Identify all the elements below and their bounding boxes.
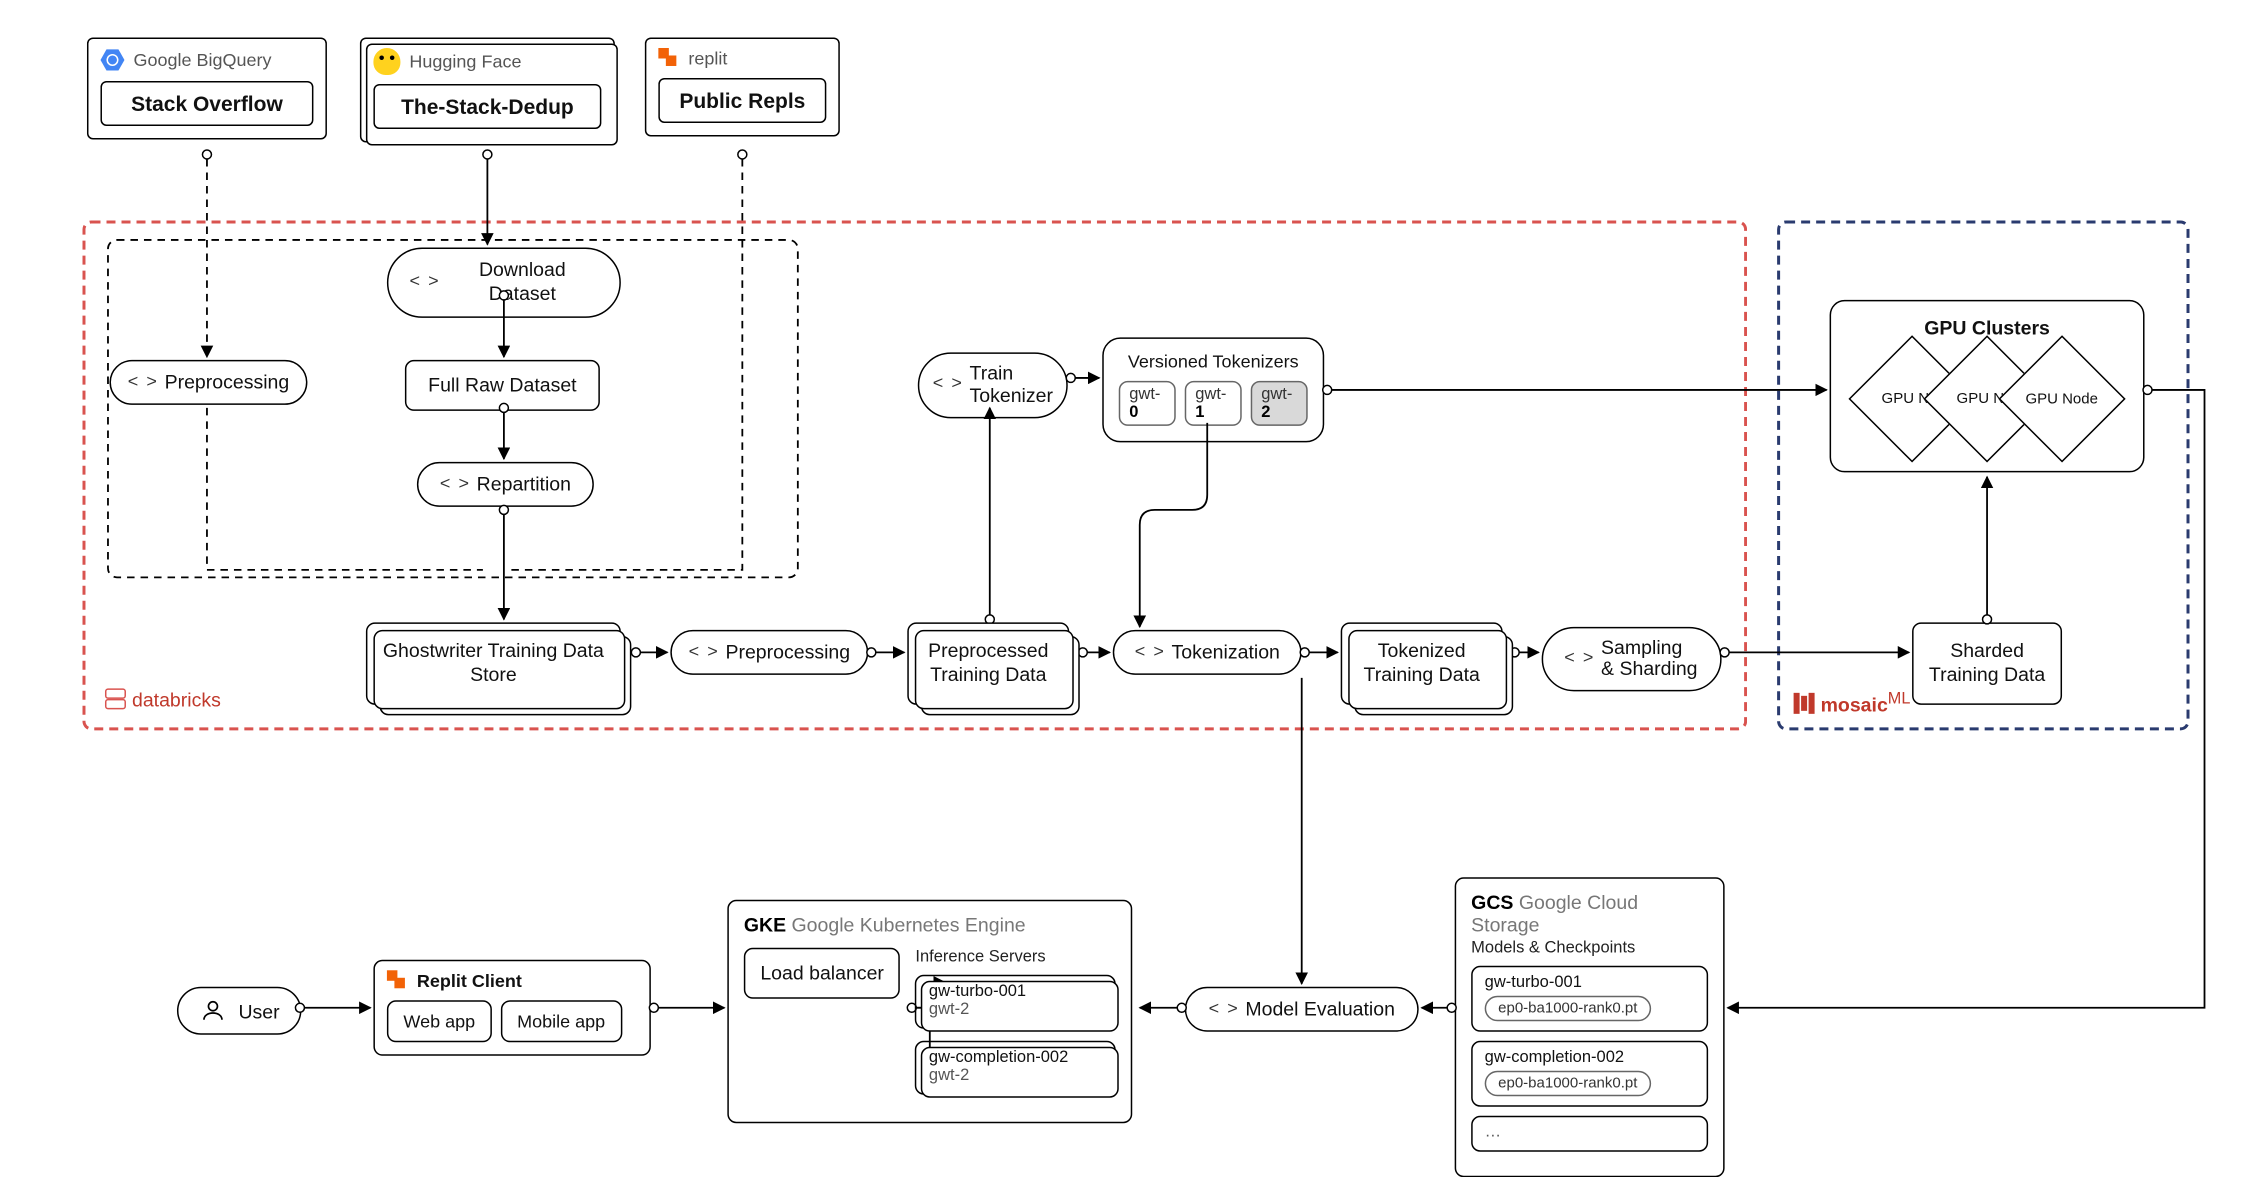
huggingface-dataset: The-Stack-Dedup <box>373 84 601 129</box>
step-sampling-sharding: < > Sampling & Sharding <box>1542 627 1722 691</box>
versioned-tokenizers: Versioned Tokenizers gwt-0 gwt-1 gwt-2 <box>1102 337 1324 442</box>
gcs-model-0: gw-turbo-001 ep0-ba1000-rank0.pt <box>1471 966 1708 1032</box>
mosaic-icon <box>1794 692 1815 713</box>
client-title: Replit Client <box>417 970 522 991</box>
load-balancer: Load balancer <box>744 948 901 999</box>
inference-server-0: gw-turbo-001 gwt-2 <box>915 975 1115 1029</box>
gcs-model-more: … <box>1471 1116 1708 1152</box>
databricks-label: databricks <box>102 687 221 711</box>
node-sharded-data: Sharded Training Data <box>1912 622 2062 704</box>
step-download-dataset: < > Download Dataset <box>387 247 621 317</box>
gcs-model-1: gw-completion-002 ep0-ba1000-rank0.pt <box>1471 1041 1708 1107</box>
gcs-subtitle: Models & Checkpoints <box>1471 939 1708 957</box>
user-icon <box>199 997 226 1024</box>
user-node: User <box>177 987 302 1035</box>
replit-client: Replit Client Web app Mobile app <box>373 960 650 1056</box>
code-icon: < > <box>440 473 468 495</box>
replit-brand: replit <box>688 48 727 69</box>
source-bigquery: Google BigQuery Stack Overflow <box>87 37 327 139</box>
step-tokenization: < > Tokenization <box>1113 630 1302 675</box>
replit-icon <box>658 48 679 69</box>
huggingface-brand: Hugging Face <box>409 51 521 72</box>
node-tokenized-data: Tokenized Training Data <box>1341 622 1503 704</box>
gke-abbr: GKE <box>744 913 786 935</box>
client-web-app: Web app <box>387 1000 492 1042</box>
step-preprocessing-left: < > Preprocessing <box>109 360 307 405</box>
user-label: User <box>238 1000 279 1022</box>
bigquery-dataset: Stack Overflow <box>100 81 313 126</box>
source-replit: replit Public Repls <box>645 37 840 136</box>
gcs-abbr: GCS <box>1471 891 1513 913</box>
mosaicml-label: mosaicML <box>1794 690 1911 716</box>
code-icon: < > <box>1135 641 1163 663</box>
step-preprocessing: < > Preprocessing <box>670 630 868 675</box>
client-mobile-app: Mobile app <box>501 1000 622 1042</box>
source-huggingface: Hugging Face The-Stack-Dedup <box>360 37 615 142</box>
tokenizers-title: Versioned Tokenizers <box>1119 351 1308 372</box>
gke-panel: GKE Google Kubernetes Engine Load balanc… <box>727 900 1132 1123</box>
code-icon: < > <box>689 641 717 663</box>
tokenizer-gwt-1: gwt-1 <box>1185 381 1242 426</box>
code-icon: < > <box>933 374 961 396</box>
inference-server-1: gw-completion-002 gwt-2 <box>915 1041 1115 1095</box>
node-ghostwriter-store: Ghostwriter Training Data Store <box>366 622 621 704</box>
tokenizer-gwt-2: gwt-2 <box>1251 381 1308 426</box>
inference-servers-title: Inference Servers <box>915 948 1115 966</box>
node-preprocessed-data: Preprocessed Training Data <box>907 622 1069 704</box>
node-full-raw-dataset: Full Raw Dataset <box>405 360 600 411</box>
code-icon: < > <box>1564 648 1592 670</box>
replit-icon <box>387 970 408 991</box>
tokenizer-gwt-0: gwt-0 <box>1119 381 1176 426</box>
step-model-evaluation: < > Model Evaluation <box>1185 987 1419 1032</box>
databricks-icon <box>102 687 126 711</box>
step-repartition: < > Repartition <box>417 462 594 507</box>
huggingface-icon <box>373 48 400 75</box>
gpu-clusters: GPU Clusters GPU No. GPU No. GPU Node <box>1830 300 2145 472</box>
gcs-panel: GCS Google Cloud Storage Models & Checkp… <box>1455 877 1725 1177</box>
code-icon: < > <box>409 271 437 293</box>
replit-dataset: Public Repls <box>658 78 826 123</box>
bigquery-icon <box>100 48 124 72</box>
bigquery-brand: Google BigQuery <box>133 49 271 70</box>
gpu-node-2: GPU Node <box>1998 335 2125 462</box>
step-train-tokenizer: < > Train Tokenizer <box>918 352 1068 418</box>
code-icon: < > <box>1208 998 1236 1020</box>
code-icon: < > <box>128 371 156 393</box>
gke-full: Google Kubernetes Engine <box>792 913 1026 935</box>
